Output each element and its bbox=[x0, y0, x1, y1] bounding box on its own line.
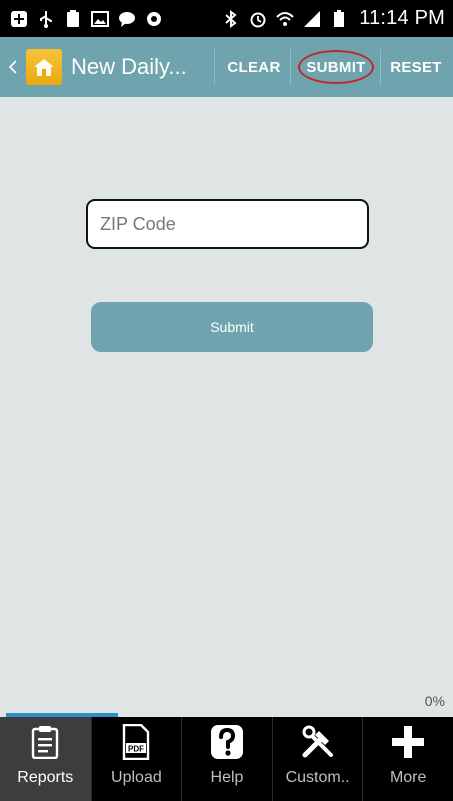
bluetooth-icon bbox=[222, 9, 240, 28]
plus-icon bbox=[392, 717, 425, 767]
tab-label: Reports bbox=[17, 769, 74, 786]
zip-code-input[interactable] bbox=[86, 199, 369, 249]
action-bar: New Daily... CLEAR SUBMIT RESET bbox=[0, 37, 453, 97]
pdf-icon: PDF bbox=[121, 717, 151, 767]
tab-custom[interactable]: Custom.. bbox=[271, 717, 363, 801]
battery-icon bbox=[330, 9, 348, 28]
add-icon bbox=[10, 10, 28, 28]
tab-label: Custom.. bbox=[285, 769, 350, 786]
action-divider bbox=[290, 49, 291, 85]
chat-icon bbox=[118, 10, 136, 28]
submit-button[interactable]: Submit bbox=[91, 302, 373, 352]
tools-icon bbox=[301, 717, 335, 767]
help-icon bbox=[210, 717, 243, 767]
reset-button[interactable]: RESET bbox=[384, 37, 448, 97]
tab-label: Upload bbox=[111, 769, 162, 786]
tab-upload[interactable]: PDF Upload bbox=[90, 717, 182, 801]
action-divider bbox=[380, 49, 381, 85]
tab-help[interactable]: Help bbox=[181, 717, 272, 801]
bottom-tab-bar: Reports PDF Upload Help Custom.. More bbox=[0, 717, 453, 801]
app-logo-icon[interactable] bbox=[26, 49, 62, 85]
status-time: 11:14 PM bbox=[359, 7, 445, 29]
status-bar: 11:14 PM bbox=[0, 0, 453, 37]
tab-label: More bbox=[389, 769, 427, 786]
clear-button[interactable]: CLEAR bbox=[222, 37, 286, 97]
back-chevron-icon[interactable] bbox=[6, 37, 20, 97]
signal-icon bbox=[303, 10, 321, 28]
image-icon bbox=[91, 10, 109, 28]
action-divider bbox=[214, 49, 215, 85]
header-submit-button[interactable]: SUBMIT bbox=[296, 37, 376, 97]
alarm-icon bbox=[249, 10, 267, 28]
page-title: New Daily... bbox=[71, 54, 187, 79]
usb-icon bbox=[37, 10, 55, 28]
tab-more[interactable]: More bbox=[362, 717, 453, 801]
svg-text:PDF: PDF bbox=[128, 745, 144, 754]
status-right-icons: 11:14 PM bbox=[222, 7, 445, 30]
progress-percent: 0% bbox=[424, 693, 445, 709]
tab-reports[interactable]: Reports bbox=[0, 717, 91, 801]
app-screen: 11:14 PM New Daily... CLEAR SUBMIT RESET… bbox=[0, 0, 453, 801]
clipboard-icon bbox=[31, 717, 59, 767]
tab-label: Help bbox=[210, 769, 244, 786]
camera-icon bbox=[145, 10, 163, 28]
wifi-icon bbox=[276, 10, 294, 28]
status-left-icons bbox=[10, 9, 163, 28]
battery-saver-icon bbox=[64, 9, 82, 28]
